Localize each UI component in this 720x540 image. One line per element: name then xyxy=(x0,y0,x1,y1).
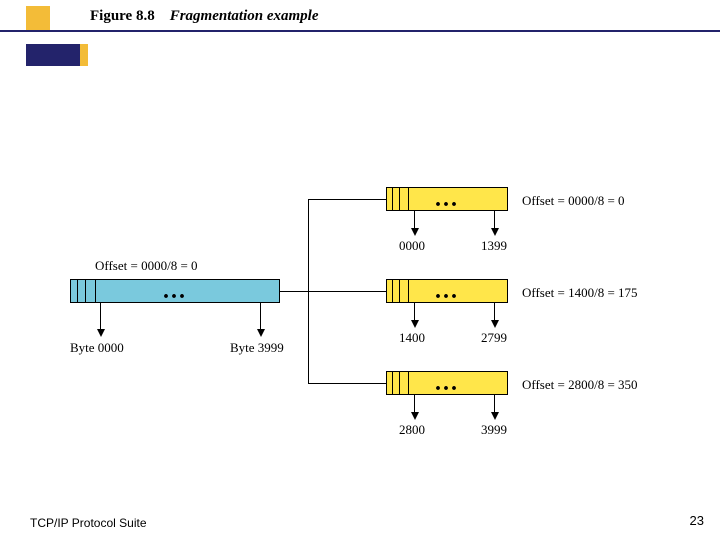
connector xyxy=(308,383,386,384)
connector xyxy=(100,303,101,329)
connector xyxy=(308,291,309,383)
footer-text: TCP/IP Protocol Suite xyxy=(30,516,147,530)
fragment-1-end-byte: 1399 xyxy=(481,238,507,254)
fragment-3-end-byte: 3999 xyxy=(481,422,507,438)
fragment-3-start-byte: 2800 xyxy=(399,422,425,438)
original-start-byte-label: Byte 0000 xyxy=(70,340,124,356)
connector xyxy=(494,211,495,228)
connector xyxy=(260,303,261,329)
diagram-canvas: Offset = 0000/8 = 0 ... Byte 0000 Byte 3… xyxy=(0,0,720,540)
arrow-down-icon xyxy=(491,412,499,420)
packet-header-mark xyxy=(85,280,96,302)
fragment-2-end-byte: 2799 xyxy=(481,330,507,346)
connector xyxy=(308,291,386,292)
arrow-down-icon xyxy=(257,329,265,337)
arrow-down-icon xyxy=(411,412,419,420)
connector xyxy=(494,303,495,320)
connector xyxy=(414,395,415,412)
connector xyxy=(494,395,495,412)
connector xyxy=(308,199,386,200)
original-end-byte-label: Byte 3999 xyxy=(230,340,284,356)
fragment-packet-3: ... xyxy=(386,371,508,395)
fragment-1-start-byte: 0000 xyxy=(399,238,425,254)
connector xyxy=(280,291,308,292)
packet-header-mark xyxy=(399,188,409,210)
fragment-1-offset-label: Offset = 0000/8 = 0 xyxy=(522,193,625,209)
original-offset-label: Offset = 0000/8 = 0 xyxy=(95,258,198,274)
fragment-packet-1: ... xyxy=(386,187,508,211)
original-packet: ... xyxy=(70,279,280,303)
packet-header-mark xyxy=(399,280,409,302)
arrow-down-icon xyxy=(411,228,419,236)
fragment-2-offset-label: Offset = 1400/8 = 175 xyxy=(522,285,638,301)
fragment-3-offset-label: Offset = 2800/8 = 350 xyxy=(522,377,638,393)
connector xyxy=(414,211,415,228)
arrow-down-icon xyxy=(491,228,499,236)
arrow-down-icon xyxy=(491,320,499,328)
arrow-down-icon xyxy=(97,329,105,337)
fragment-packet-2: ... xyxy=(386,279,508,303)
arrow-down-icon xyxy=(411,320,419,328)
connector xyxy=(414,303,415,320)
packet-header-mark xyxy=(399,372,409,394)
page-number: 23 xyxy=(690,513,704,528)
fragment-2-start-byte: 1400 xyxy=(399,330,425,346)
connector xyxy=(308,199,309,291)
